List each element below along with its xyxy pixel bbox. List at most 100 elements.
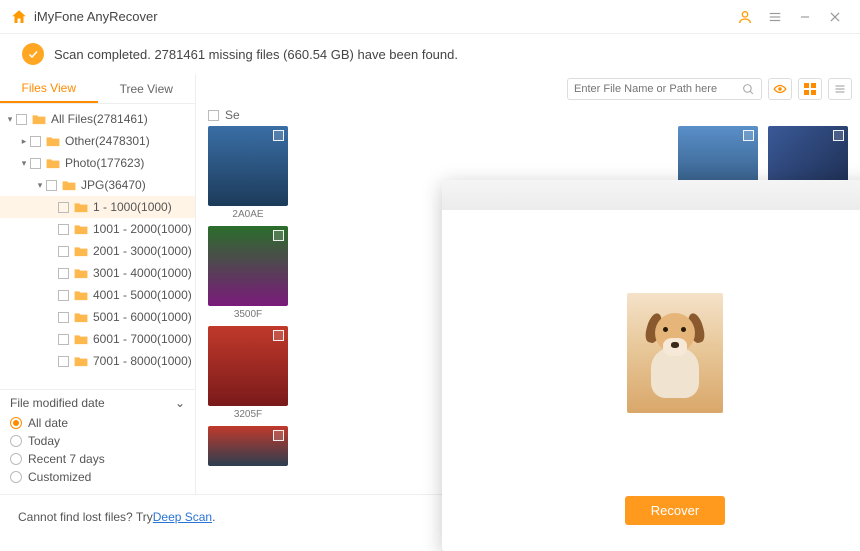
tree-jpg[interactable]: JPG(36470) — [81, 178, 146, 192]
tree-range[interactable]: 2001 - 3000(1000) — [93, 244, 192, 258]
content-area: Se 2A0AE E368... 2C05F70F@24815... 3500F… — [196, 74, 860, 494]
checkbox[interactable] — [58, 224, 69, 235]
list-view-icon[interactable] — [828, 78, 852, 100]
tree-range[interactable]: 4001 - 5000(1000) — [93, 288, 192, 302]
modal-body — [442, 210, 860, 496]
select-all-checkbox[interactable] — [208, 110, 219, 121]
folder-icon — [74, 268, 88, 279]
thumb-checkbox[interactable] — [833, 130, 844, 141]
filter-title: File modified date — [10, 396, 105, 410]
modal-header: ✕ — [442, 180, 860, 210]
folder-icon — [74, 246, 88, 257]
tree-all-files[interactable]: All Files(2781461) — [51, 112, 148, 126]
home-icon[interactable] — [10, 8, 28, 26]
thumb-checkbox[interactable] — [743, 130, 754, 141]
menu-icon[interactable] — [760, 2, 790, 32]
folder-icon — [74, 312, 88, 323]
folder-icon — [74, 290, 88, 301]
search-box[interactable] — [567, 78, 762, 100]
checkbox[interactable] — [58, 312, 69, 323]
checkbox[interactable] — [58, 290, 69, 301]
tree-range[interactable]: 6001 - 7000(1000) — [93, 332, 192, 346]
checkbox[interactable] — [58, 268, 69, 279]
radio-label: All date — [28, 416, 68, 430]
status-check-icon — [22, 43, 44, 65]
folder-icon — [74, 224, 88, 235]
filter-option-all[interactable]: All date — [10, 416, 185, 430]
tree-other[interactable]: Other(2478301) — [65, 134, 150, 148]
folder-icon — [32, 114, 46, 125]
checkbox[interactable] — [30, 158, 41, 169]
preview-toggle-icon[interactable] — [768, 78, 792, 100]
radio-icon — [10, 417, 22, 429]
tab-files-view[interactable]: Files View — [0, 74, 98, 103]
tree-range[interactable]: 7001 - 8000(1000) — [93, 354, 192, 368]
thumbnail-item[interactable]: 3500F — [208, 226, 288, 320]
thumb-checkbox[interactable] — [273, 430, 284, 441]
tree-photo[interactable]: Photo(177623) — [65, 156, 144, 170]
search-icon[interactable] — [742, 83, 755, 96]
tree-range[interactable]: 1001 - 2000(1000) — [93, 222, 192, 236]
twisty-icon[interactable]: ▾ — [20, 158, 28, 169]
footer-prompt: Cannot find lost files? Try — [18, 510, 153, 524]
radio-label: Customized — [28, 470, 91, 484]
thumb-label: 2A0AE — [208, 209, 288, 220]
folder-icon — [62, 180, 76, 191]
status-row: Scan completed. 2781461 missing files (6… — [0, 34, 860, 74]
status-text: Scan completed. 2781461 missing files (6… — [54, 47, 458, 62]
deep-scan-link[interactable]: Deep Scan — [153, 510, 212, 524]
twisty-icon[interactable]: ▾ — [36, 180, 44, 191]
checkbox[interactable] — [58, 356, 69, 367]
folder-icon — [46, 158, 60, 169]
twisty-icon[interactable]: ▾ — [6, 114, 14, 125]
chevron-down-icon: ⌄ — [175, 396, 185, 410]
preview-image — [627, 293, 723, 413]
close-button[interactable] — [820, 2, 850, 32]
thumb-label: 3205F — [208, 409, 288, 420]
checkbox[interactable] — [30, 136, 41, 147]
thumbnail-item[interactable]: 3205F — [208, 326, 288, 420]
app-title: iMyFone AnyRecover — [34, 9, 158, 24]
search-input[interactable] — [574, 83, 742, 95]
sidebar-tabs: Files View Tree View — [0, 74, 195, 104]
filter-header[interactable]: File modified date ⌄ — [10, 396, 185, 410]
thumb-checkbox[interactable] — [273, 230, 284, 241]
folder-icon — [74, 334, 88, 345]
radio-label: Today — [28, 434, 60, 448]
folder-icon — [74, 202, 88, 213]
thumb-label: 3500F — [208, 309, 288, 320]
tree-range[interactable]: 5001 - 6000(1000) — [93, 310, 192, 324]
select-all-row: Se — [196, 104, 860, 126]
checkbox[interactable] — [46, 180, 57, 191]
checkbox[interactable] — [16, 114, 27, 125]
modal-footer: Recover — [442, 496, 860, 543]
radio-icon — [10, 453, 22, 465]
content-toolbar — [196, 74, 860, 104]
sidebar: Files View Tree View ▾ All Files(2781461)… — [0, 74, 196, 494]
tree-range[interactable]: 1 - 1000(1000) — [93, 200, 172, 214]
folder-icon — [74, 356, 88, 367]
select-all-label: Se — [225, 108, 240, 122]
user-icon[interactable] — [730, 2, 760, 32]
twisty-icon[interactable]: ▸ — [20, 136, 28, 147]
minimize-button[interactable] — [790, 2, 820, 32]
filter-option-custom[interactable]: Customized — [10, 470, 185, 484]
grid-view-icon[interactable] — [798, 78, 822, 100]
folder-icon — [46, 136, 60, 147]
filter-option-recent[interactable]: Recent 7 days — [10, 452, 185, 466]
preview-modal: ✕ Recover — [442, 180, 860, 551]
tree-range[interactable]: 3001 - 4000(1000) — [93, 266, 192, 280]
checkbox[interactable] — [58, 334, 69, 345]
thumbnail-item[interactable] — [208, 426, 288, 466]
thumb-checkbox[interactable] — [273, 130, 284, 141]
file-tree: ▾ All Files(2781461) ▸ Other(2478301) ▾ Pho… — [0, 104, 195, 389]
thumbnail-item[interactable]: 2A0AE — [208, 126, 288, 220]
modal-recover-button[interactable]: Recover — [625, 496, 725, 525]
filter-option-today[interactable]: Today — [10, 434, 185, 448]
thumb-checkbox[interactable] — [273, 330, 284, 341]
checkbox[interactable] — [58, 246, 69, 257]
tab-tree-view[interactable]: Tree View — [98, 74, 196, 103]
checkbox[interactable] — [58, 202, 69, 213]
titlebar: iMyFone AnyRecover — [0, 0, 860, 34]
radio-icon — [10, 435, 22, 447]
